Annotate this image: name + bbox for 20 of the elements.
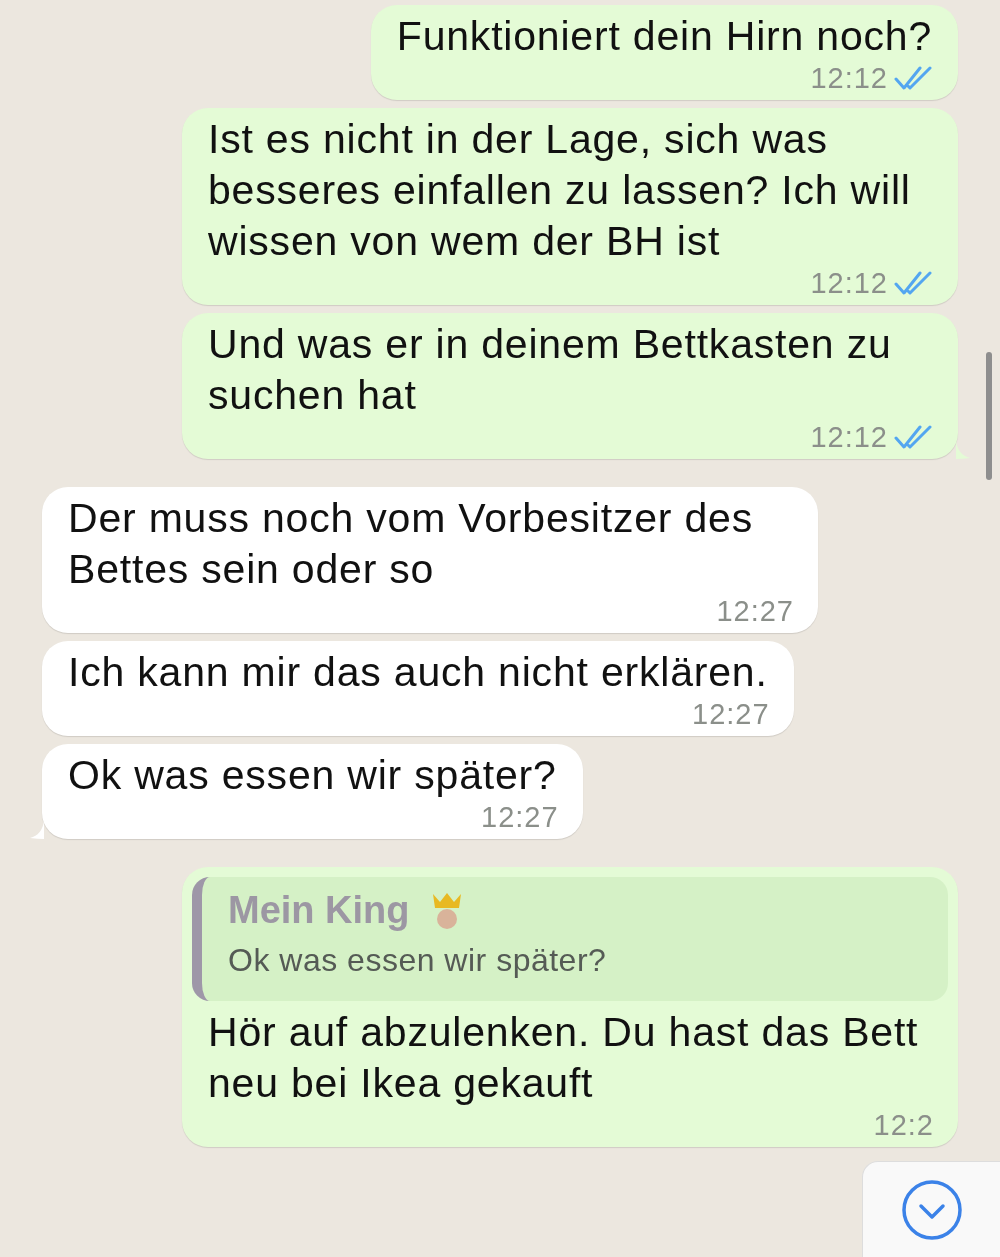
message-text: Und was er in deinem Bettkasten zu suchen hat — [208, 320, 893, 420]
message-time: 12:12 — [810, 62, 888, 94]
message-time: 12:12 — [810, 267, 888, 299]
quoted-message[interactable]: Mein King Ok was essen wir später? — [192, 877, 948, 1001]
quote-author: Mein King — [228, 889, 410, 932]
scroll-down-button[interactable] — [862, 1161, 1000, 1257]
message-time: 12:2 — [873, 1109, 934, 1141]
quote-text: Ok was essen wir später? — [228, 942, 608, 979]
message-time: 12:12 — [810, 421, 888, 453]
message-text: Ich kann mir das auch nicht erklären. — [68, 648, 768, 697]
message-text: Ok was essen wir später? — [68, 751, 557, 800]
message-time: 12:27 — [692, 698, 770, 730]
message-text: Hör auf abzulenken. Du hast das Bett neu bei Ikea gekauft — [208, 1008, 920, 1108]
message-text: Der muss noch vom Vorbesitzer des Bettes sein oder so — [68, 494, 754, 594]
message-text: Ist es nicht in der Lage, sich was besseres einfallen zu lassen? Ich will wissen von wem der BH ist — [208, 115, 912, 266]
message-time: 12:27 — [716, 595, 794, 627]
message-text: Funktioniert dein Hirn noch? — [396, 12, 932, 61]
scrollbar[interactable] — [986, 352, 992, 480]
message-time: 12:27 — [481, 801, 559, 833]
chevron-down-icon — [900, 1178, 963, 1241]
